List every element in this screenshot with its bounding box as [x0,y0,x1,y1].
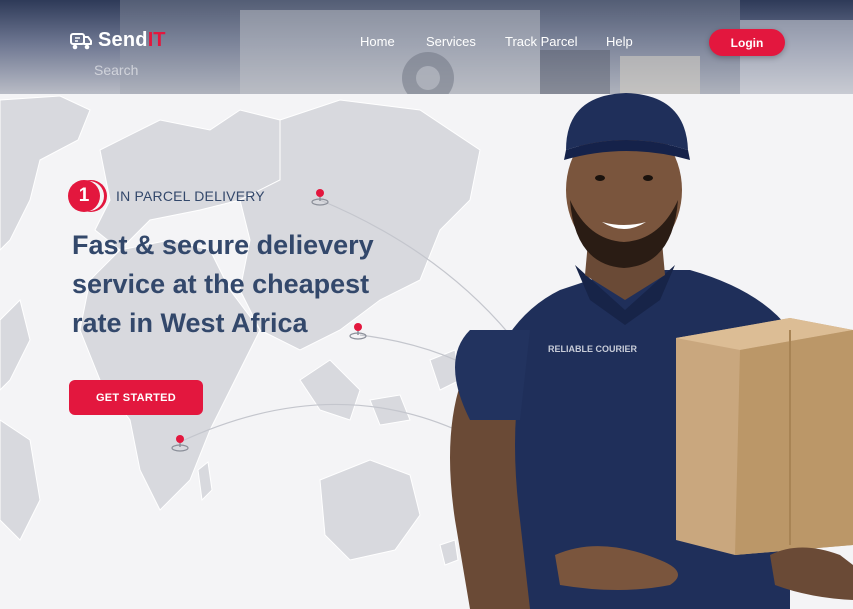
map-pin-icon [311,189,329,206]
nav-home[interactable]: Home [360,34,395,49]
delivery-truck-icon [70,32,92,49]
badge-text: IN PARCEL DELIVERY [116,188,265,204]
nav-help[interactable]: Help [606,34,633,49]
get-started-button[interactable]: GET STARTED [69,380,203,415]
site-header: Send IT Search Home Services Track Parce… [0,0,853,94]
courier-photo: RELIABLE COURIER [450,93,853,609]
logo-text: Send [98,29,148,51]
hero-badge: 1 IN PARCEL DELIVERY [68,180,265,212]
map-pin-icon [171,435,189,452]
login-button[interactable]: Login [709,29,785,56]
logo-accent: IT [147,29,166,51]
badge-number: 1 [68,180,100,212]
hero-title: Fast & secure delievery service at the c… [72,230,374,338]
logo[interactable]: Send IT [70,29,165,52]
shirt-logo: RELIABLE COURIER [548,344,638,354]
nav-track-parcel[interactable]: Track Parcel [505,34,577,49]
nav-services[interactable]: Services [426,34,476,49]
search-placeholder[interactable]: Search [94,62,138,78]
